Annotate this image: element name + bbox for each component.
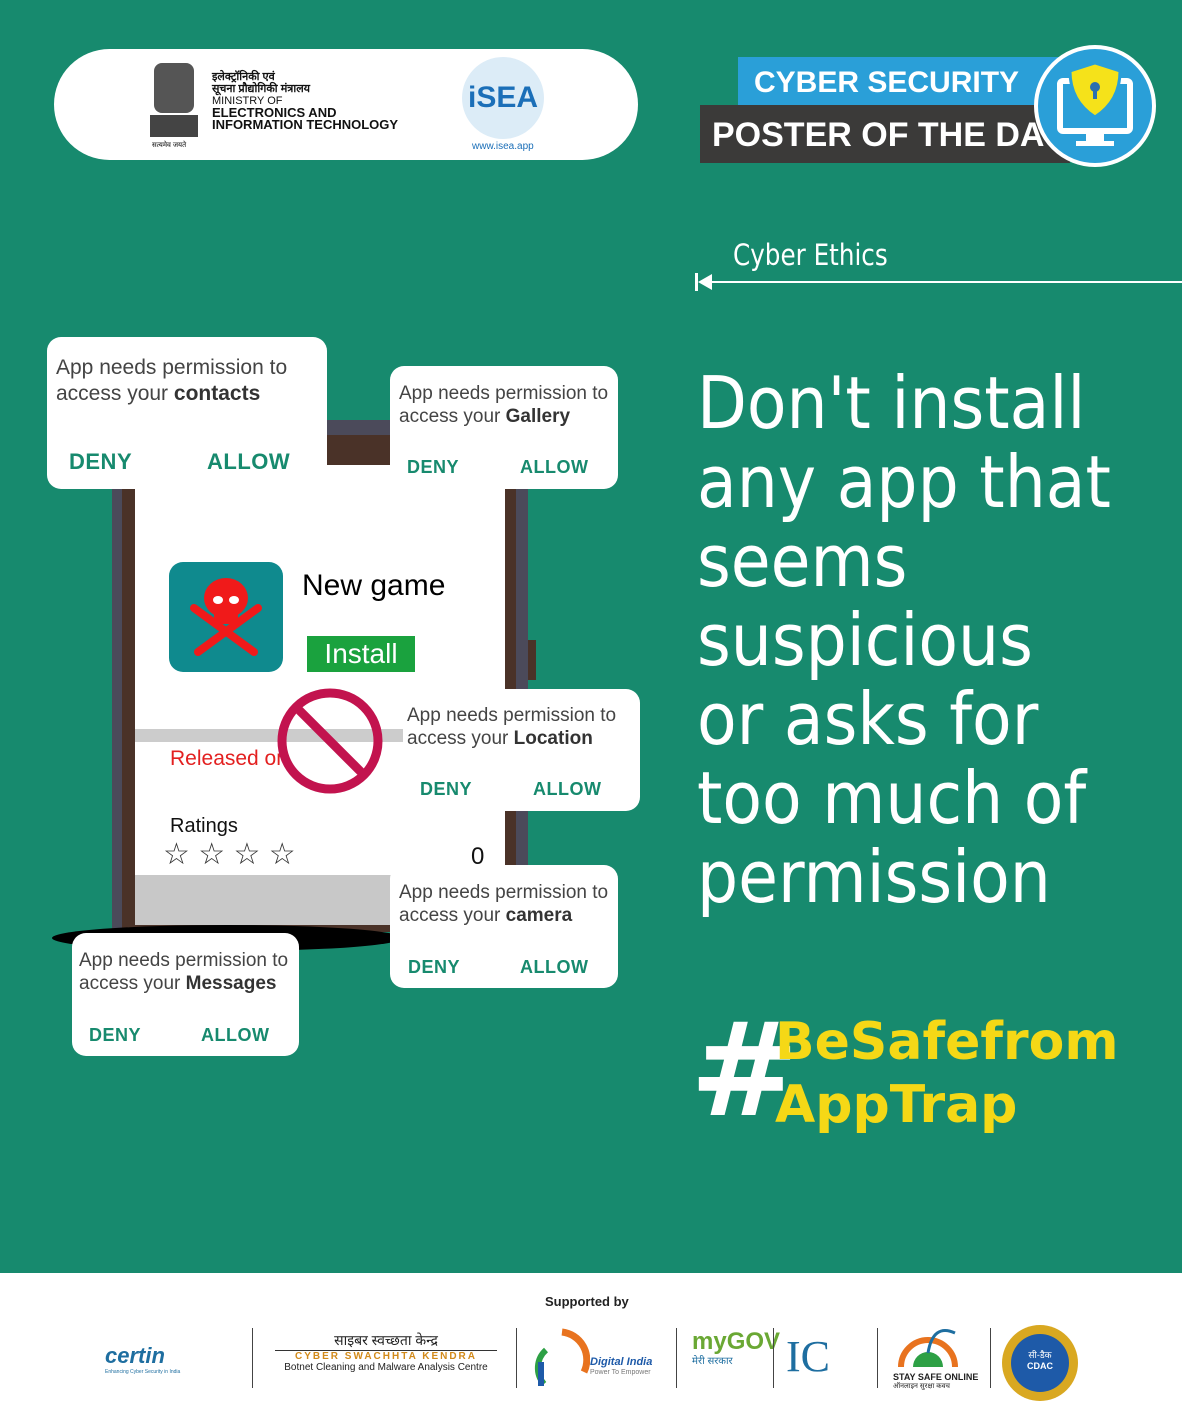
national-emblem-icon — [150, 63, 198, 137]
permission-dialog-camera: App needs permission to access your came… — [390, 865, 618, 988]
released-label: Released on — [170, 747, 288, 770]
ministry-name: इलेक्ट्रॉनिकी एवं सूचना प्रौद्योगिकी मंत… — [212, 71, 398, 131]
ministry-hindi-2: सूचना प्रौद्योगिकी मंत्रालय — [212, 83, 311, 95]
hashtag-line1: BeSafefrom — [775, 1012, 1119, 1072]
rating-stars: ☆ ☆ ☆ ☆ — [163, 838, 296, 871]
header-logo-panel: सत्यमेव जयते इलेक्ट्रॉनिकी एवं सूचना प्र… — [54, 49, 638, 160]
deny-button[interactable]: DENY — [420, 779, 472, 800]
cert-in-logo: certin Enhancing Cyber Security in India — [105, 1343, 181, 1375]
ic-logo: IC — [786, 1332, 830, 1381]
hashtag-line2: AppTrap — [775, 1075, 1018, 1135]
isea-url: www.isea.app — [472, 141, 534, 152]
dialog-message: App needs permission to access your Gall… — [399, 383, 609, 427]
allow-button[interactable]: ALLOW — [520, 457, 588, 478]
deny-button[interactable]: DENY — [69, 449, 132, 475]
ratings-label: Ratings — [170, 815, 238, 837]
dialog-message: App needs permission to access your cont… — [56, 356, 288, 405]
ministry-line3: INFORMATION TECHNOLOGY — [212, 117, 399, 132]
permission-dialog-messages: App needs permission to access your Mess… — [72, 933, 299, 1056]
allow-button[interactable]: ALLOW — [207, 449, 290, 475]
ministry-hindi-1: इलेक्ट्रॉनिकी एवं — [212, 71, 275, 83]
deny-button[interactable]: DENY — [89, 1025, 141, 1046]
shield-lock-monitor-icon — [1034, 45, 1156, 167]
dialog-message: App needs permission to access your Loca… — [407, 705, 617, 749]
permission-dialog-location: App needs permission to access your Loca… — [403, 689, 640, 811]
cdac-logo: सी-डैक CDAC — [1002, 1325, 1078, 1401]
cyber-swachhta-kendra-logo: साइबर स्वच्छता केन्द्र CYBER SWACHHTA KE… — [275, 1331, 497, 1373]
digital-india-icon — [534, 1328, 591, 1386]
category-divider — [706, 281, 1182, 283]
dialog-message: App needs permission to access your came… — [399, 882, 609, 926]
deny-button[interactable]: DENY — [408, 957, 460, 978]
permission-dialog-gallery: App needs permission to access your Gall… — [390, 366, 618, 489]
supported-by-label: Supported by — [545, 1294, 629, 1309]
no-entry-icon — [277, 688, 383, 794]
dialog-message: App needs permission to access your Mess… — [79, 950, 289, 994]
arrow-left-icon — [695, 273, 712, 291]
headline: Don't install any app that seems suspici… — [697, 361, 1111, 919]
stay-safe-online-icon — [898, 1329, 958, 1368]
mygov-logo: myGOV मेरी सरकार — [692, 1328, 781, 1368]
isea-logo: iSEA — [462, 57, 544, 139]
stay-safe-online-logo: STAY SAFE ONLINE ऑनलाइन सुरक्षा कवच — [893, 1323, 983, 1391]
allow-button[interactable]: ALLOW — [201, 1025, 269, 1046]
category-label: Cyber Ethics — [733, 238, 888, 272]
install-button[interactable]: Install — [307, 636, 415, 672]
app-name: New game — [302, 569, 446, 602]
digital-india-logo: Digital India Power To Empower — [532, 1328, 652, 1393]
allow-button[interactable]: ALLOW — [520, 957, 588, 978]
emblem-motto: सत्यमेव जयते — [152, 142, 187, 149]
banner-cyber-security: CYBER SECURITY — [738, 57, 1060, 105]
banner-poster-of-the-day: POSTER OF THE DAY — [700, 105, 1070, 163]
allow-button[interactable]: ALLOW — [533, 779, 601, 800]
phone-side-button — [528, 640, 536, 680]
permission-dialog-contacts: App needs permission to access your cont… — [47, 337, 327, 489]
footer: Supported by certin Enhancing Cyber Secu… — [0, 1273, 1182, 1418]
deny-button[interactable]: DENY — [407, 457, 459, 478]
skull-crossbones-icon — [169, 562, 283, 672]
